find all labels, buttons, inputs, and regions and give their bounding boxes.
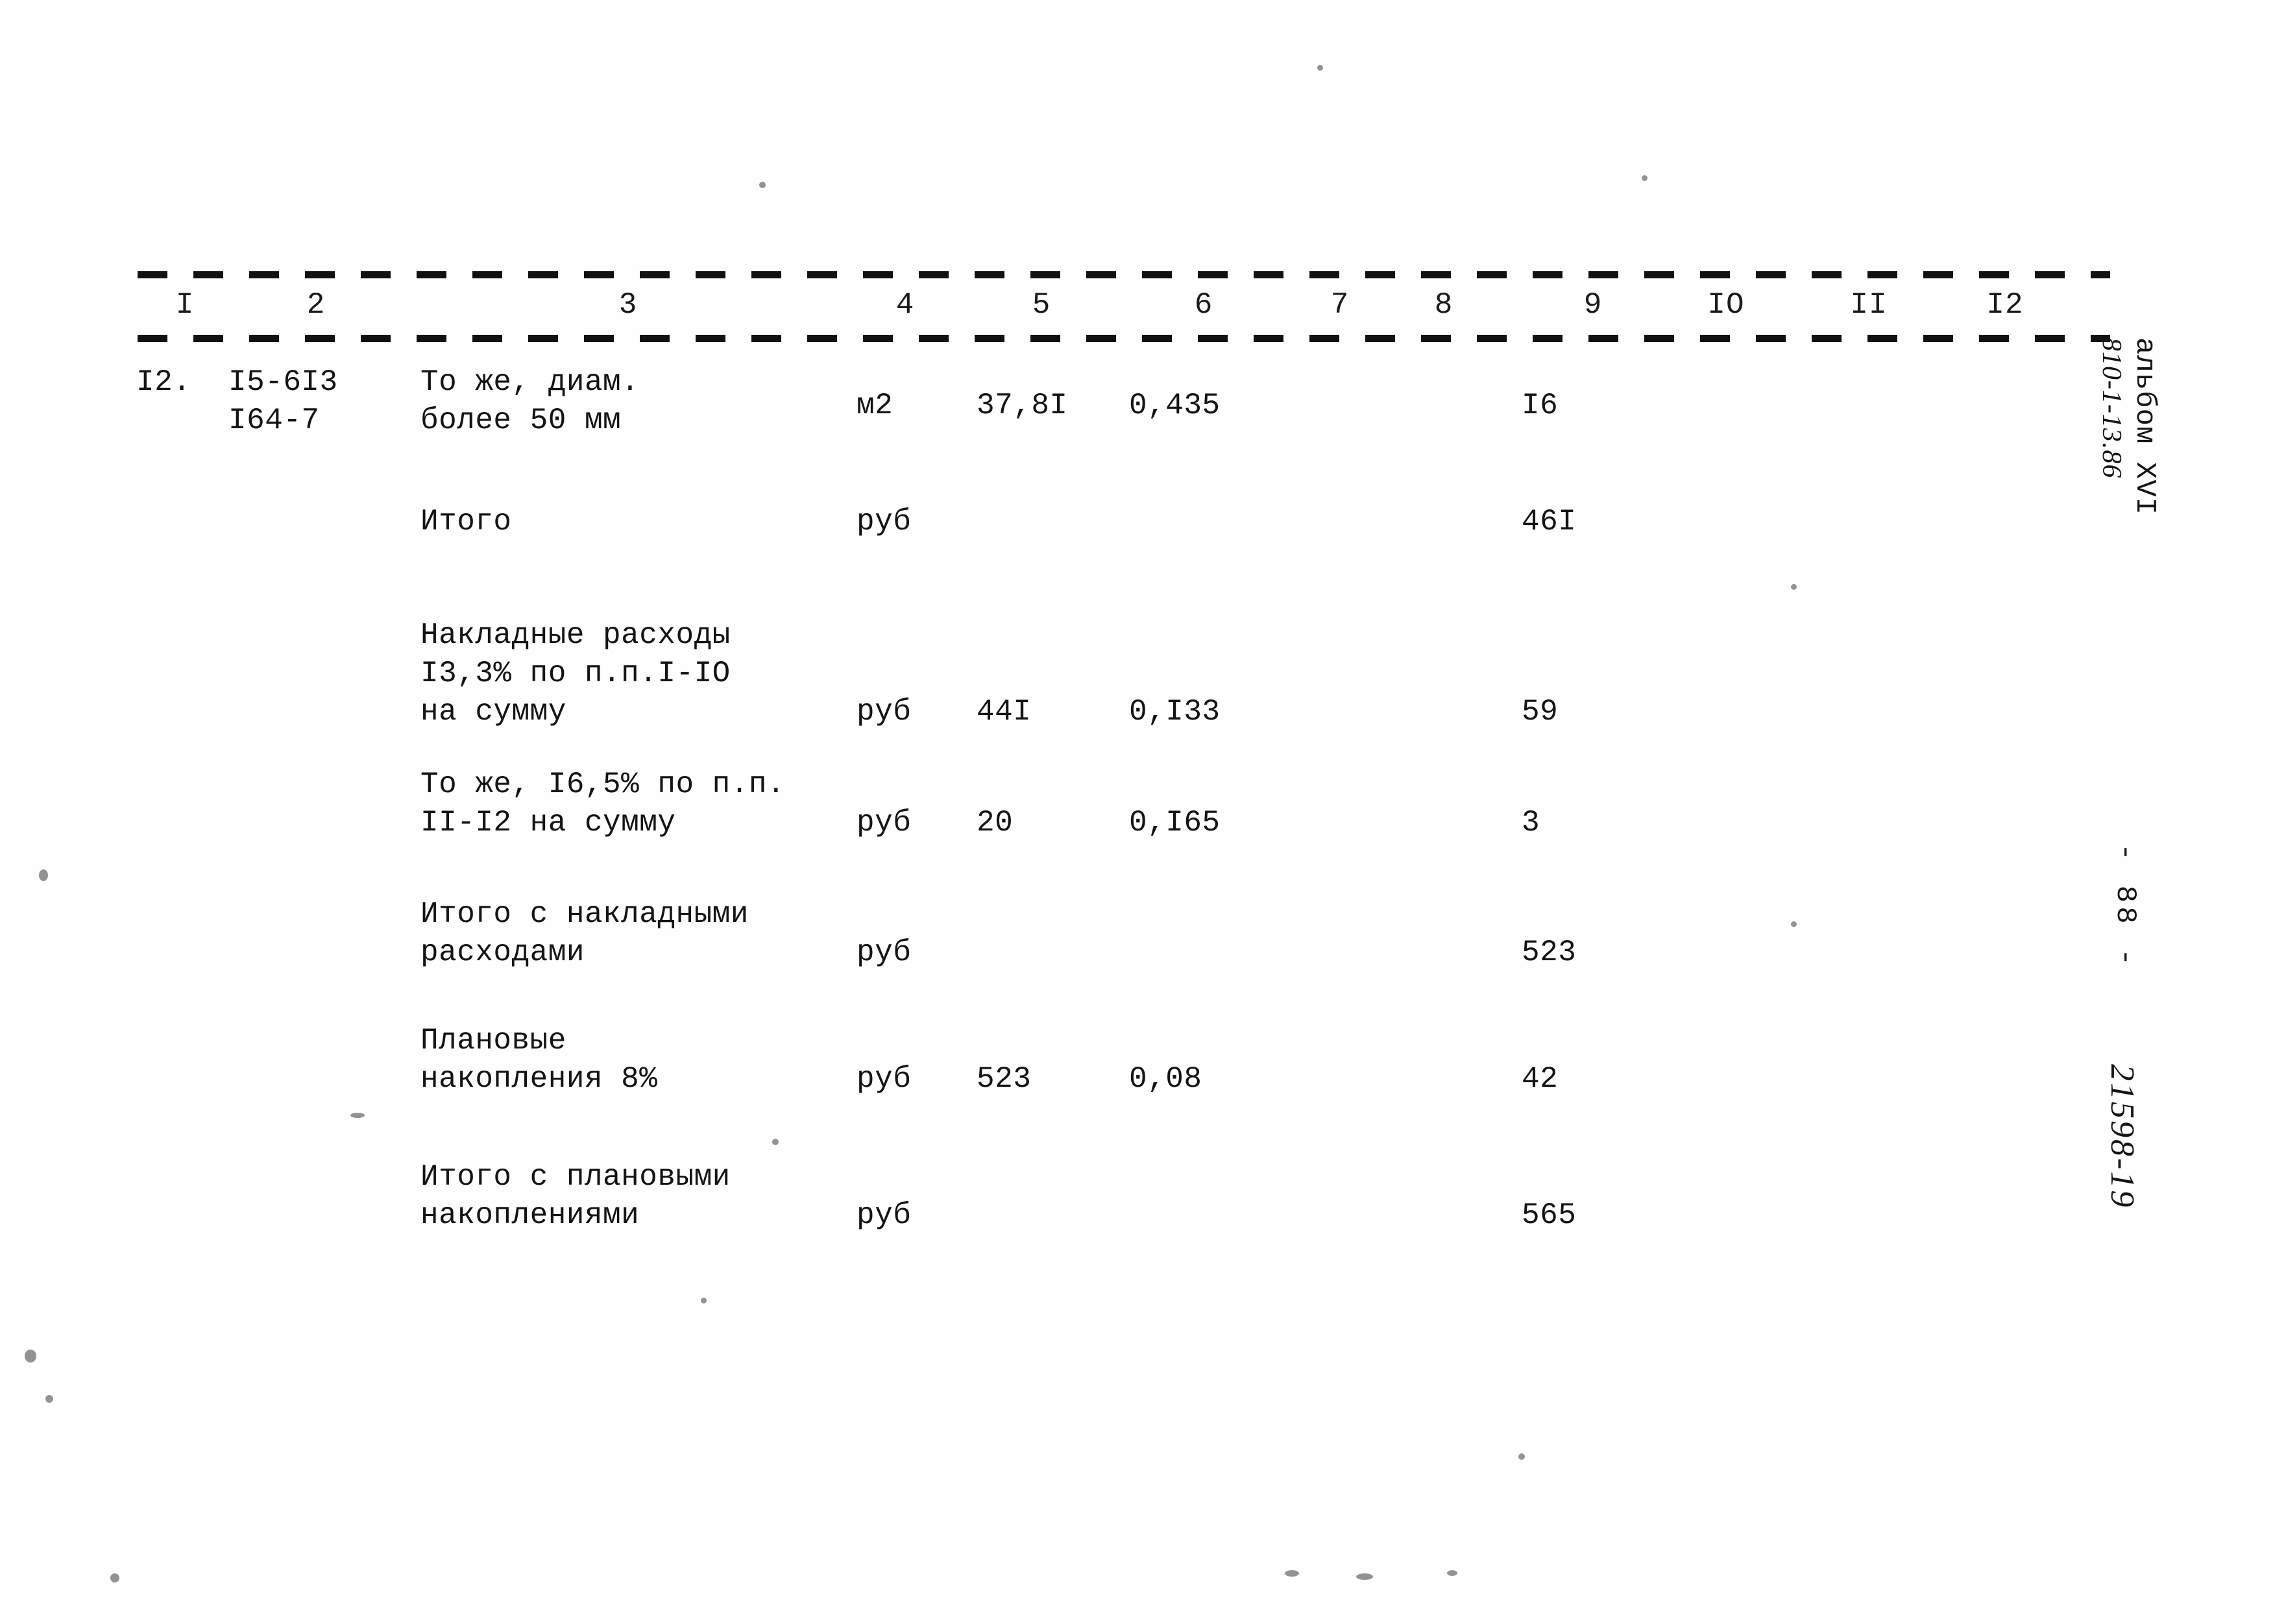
column-header-1: I [175,288,195,322]
row-unit: руб [857,505,912,539]
table-header-dashed-rule [138,335,2110,342]
scan-speckle [1356,1573,1373,1580]
scan-speckle [772,1139,779,1145]
row-description: Итого с плановыми накоплениями [420,1160,731,1232]
row-unit: руб [857,936,912,969]
column-header-7: 7 [1330,288,1350,322]
scan-speckle [1642,175,1648,181]
album-code-handwritten: 810-1-13.86 [2097,337,2126,479]
row-rate: 0,I65 [1129,806,1221,840]
row-description: Накладные расходы I3,3% по п.п.I-IO на с… [420,618,731,729]
row-description: Итого [420,505,512,539]
row-rate: 0,I33 [1129,695,1221,729]
scan-speckle [45,1395,53,1403]
column-header-8: 8 [1434,288,1453,322]
row-description: Плановые накопления 8% [420,1024,658,1096]
album-label: альбом XVI [2128,337,2161,516]
scan-speckle [350,1113,365,1118]
row-amount: 3 [1522,806,1540,840]
table-column-header-row: I 2 3 4 5 6 7 8 9 IO II I2 [0,287,2286,332]
row-amount: 42 [1522,1062,1559,1096]
row-unit: руб [857,1062,912,1096]
row-rate: 0,435 [1129,389,1221,422]
row-amount: 46I [1522,505,1577,539]
page-number: - 88 - [2109,843,2141,970]
scan-speckle [1447,1570,1457,1576]
row-rate: 0,08 [1129,1062,1202,1096]
row-item-number: I2. [136,365,191,399]
scan-speckle [1791,584,1797,590]
row-unit: м2 [857,389,894,422]
scan-speckle [759,182,766,188]
row-amount: I6 [1522,389,1559,422]
column-header-3: 3 [618,288,638,322]
scan-speckle [25,1350,36,1363]
row-norm-code: I5-6I3 I64-7 [228,365,338,437]
row-quantity: 20 [977,806,1014,840]
scan-speckle [701,1298,707,1303]
scan-speckle [1285,1570,1299,1577]
scan-speckle [1317,65,1323,71]
column-header-4: 4 [895,288,915,322]
scan-speckle [39,869,48,881]
column-header-11: II [1850,288,1888,322]
scanned-page: I 2 3 4 5 6 7 8 9 IO II I2 I2. I5-6I3 I6… [0,0,2286,1624]
column-header-10: IO [1707,288,1745,322]
row-quantity: 523 [977,1062,1032,1096]
row-amount: 523 [1522,936,1577,969]
row-description: То же, I6,5% по п.п. II-I2 на сумму [420,768,786,840]
row-unit: руб [857,806,912,840]
table-top-dashed-rule [138,271,2110,278]
row-quantity: 44I [977,695,1032,729]
row-description: Итого с накладными расходами [420,897,749,969]
column-header-12: I2 [1986,288,2024,322]
row-unit: руб [857,1198,912,1232]
column-header-5: 5 [1032,288,1051,322]
column-header-9: 9 [1583,288,1603,322]
row-description: То же, диам. более 50 мм [420,365,640,437]
column-header-2: 2 [306,288,326,322]
scan-speckle [110,1573,119,1582]
row-amount: 59 [1522,695,1559,729]
column-header-6: 6 [1194,288,1213,322]
scan-speckle [1791,921,1797,927]
row-unit: руб [857,695,912,729]
document-code-handwritten: 21598-19 [2104,1064,2141,1209]
row-amount: 565 [1522,1198,1577,1232]
scan-speckle [1518,1453,1525,1460]
row-quantity: 37,8I [977,389,1068,422]
